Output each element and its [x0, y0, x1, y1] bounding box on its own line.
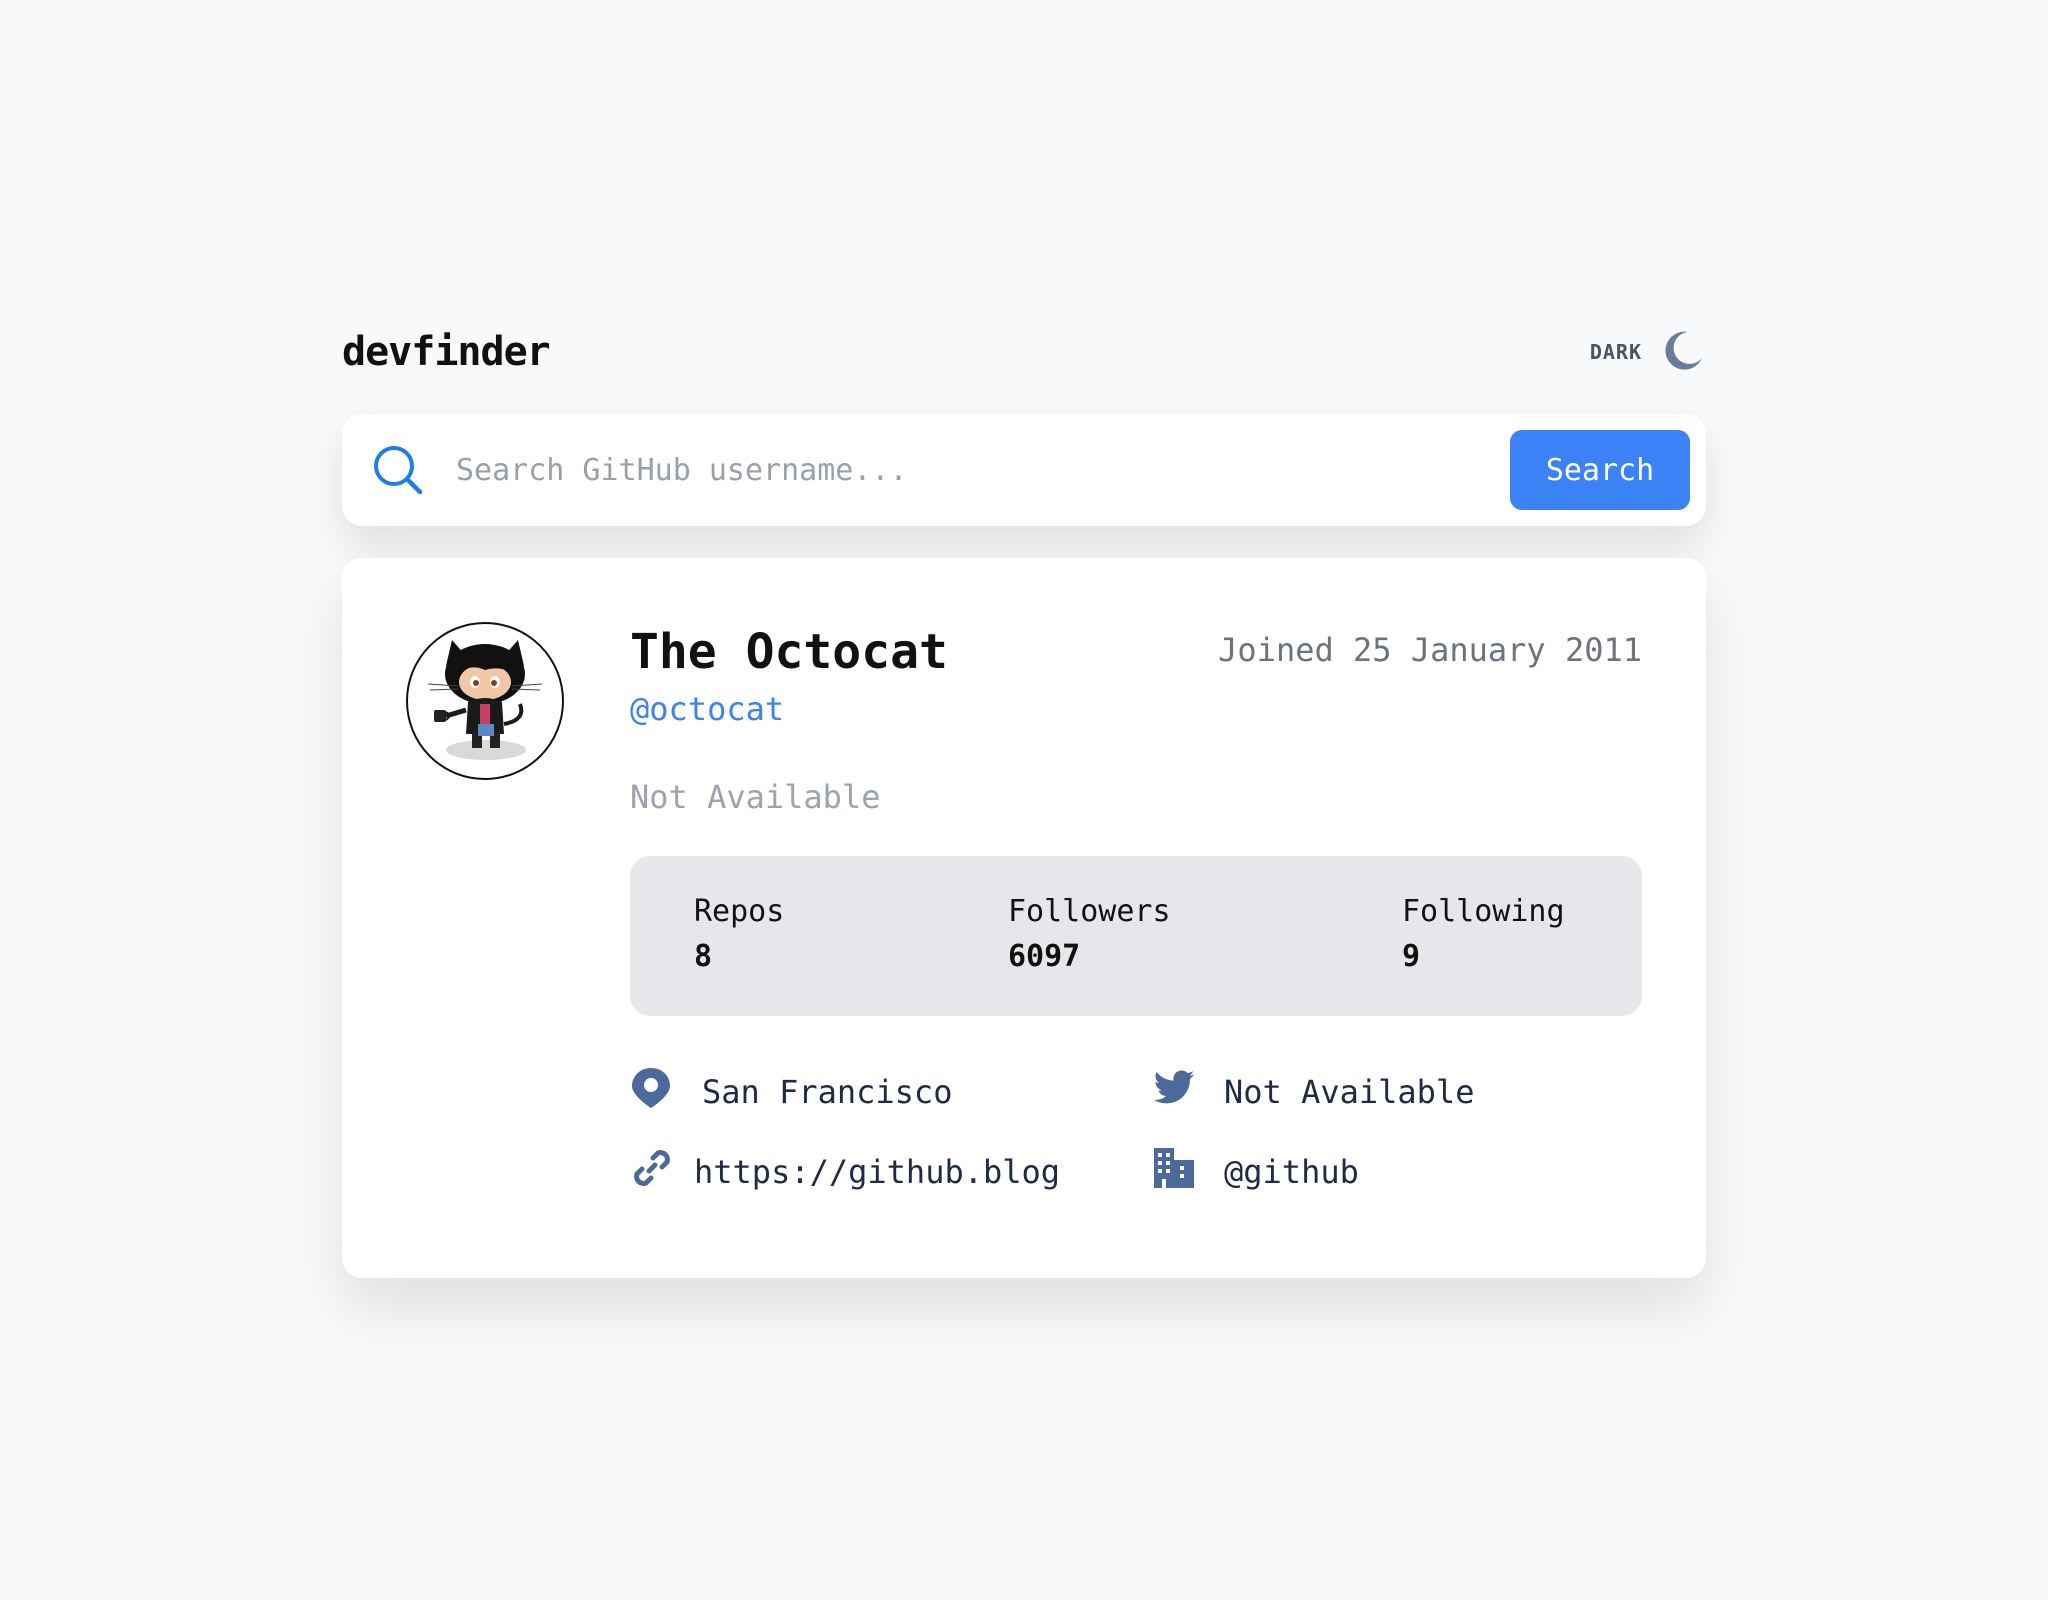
building-icon — [1152, 1146, 1196, 1198]
stat-repos-label: Repos — [694, 894, 785, 929]
profile-card: The Octocat Joined 25 January 2011 @octo… — [342, 558, 1706, 1278]
blog-link-text: https://github.blog — [694, 1153, 1061, 1191]
location-pin-icon — [630, 1066, 674, 1118]
profile-login-link[interactable]: @octocat — [630, 690, 784, 728]
stat-following: Following 9 — [1402, 894, 1565, 974]
search-bar: Search — [342, 414, 1706, 526]
stat-repos-value: 8 — [694, 939, 713, 974]
blog-link[interactable]: https://github.blog — [630, 1146, 1060, 1198]
stat-followers: Followers 6097 — [1008, 894, 1171, 974]
link-icon — [630, 1146, 674, 1198]
stat-following-value: 9 — [1402, 939, 1421, 974]
top-bar: devfinder DARK — [342, 320, 1706, 384]
app-logo: devfinder — [342, 329, 551, 375]
stat-followers-label: Followers — [1008, 894, 1171, 929]
theme-toggle[interactable]: DARK — [1590, 328, 1706, 376]
octocat-avatar-image — [427, 640, 543, 760]
twitter-text: Not Available — [1224, 1073, 1475, 1111]
profile-info: The Octocat Joined 25 January 2011 @octo… — [630, 620, 1642, 1226]
company-item: @github — [1152, 1146, 1359, 1198]
location-text: San Francisco — [702, 1073, 953, 1111]
search-icon — [372, 444, 424, 496]
theme-toggle-label: DARK — [1589, 340, 1642, 364]
profile-links: San Francisco Not Available https://gith… — [630, 1066, 1642, 1226]
moon-icon — [1662, 328, 1706, 376]
profile-bio: Not Available — [630, 778, 881, 816]
stat-repos: Repos 8 — [694, 894, 784, 974]
company-text: @github — [1224, 1153, 1359, 1191]
twitter-item: Not Available — [1152, 1066, 1474, 1118]
stat-followers-value: 6097 — [1008, 939, 1081, 974]
twitter-icon — [1152, 1066, 1196, 1118]
location-item: San Francisco — [630, 1066, 952, 1118]
search-input[interactable] — [454, 439, 1510, 501]
stats-panel: Repos 8 Followers 6097 Following 9 — [630, 856, 1642, 1016]
avatar — [406, 622, 564, 780]
devfinder-app: devfinder DARK Search GitHub username...… — [342, 320, 1706, 1278]
stat-following-label: Following — [1402, 894, 1565, 929]
search-button[interactable]: Search — [1510, 430, 1690, 510]
joined-date: Joined 25 January 2011 — [1218, 631, 1642, 669]
